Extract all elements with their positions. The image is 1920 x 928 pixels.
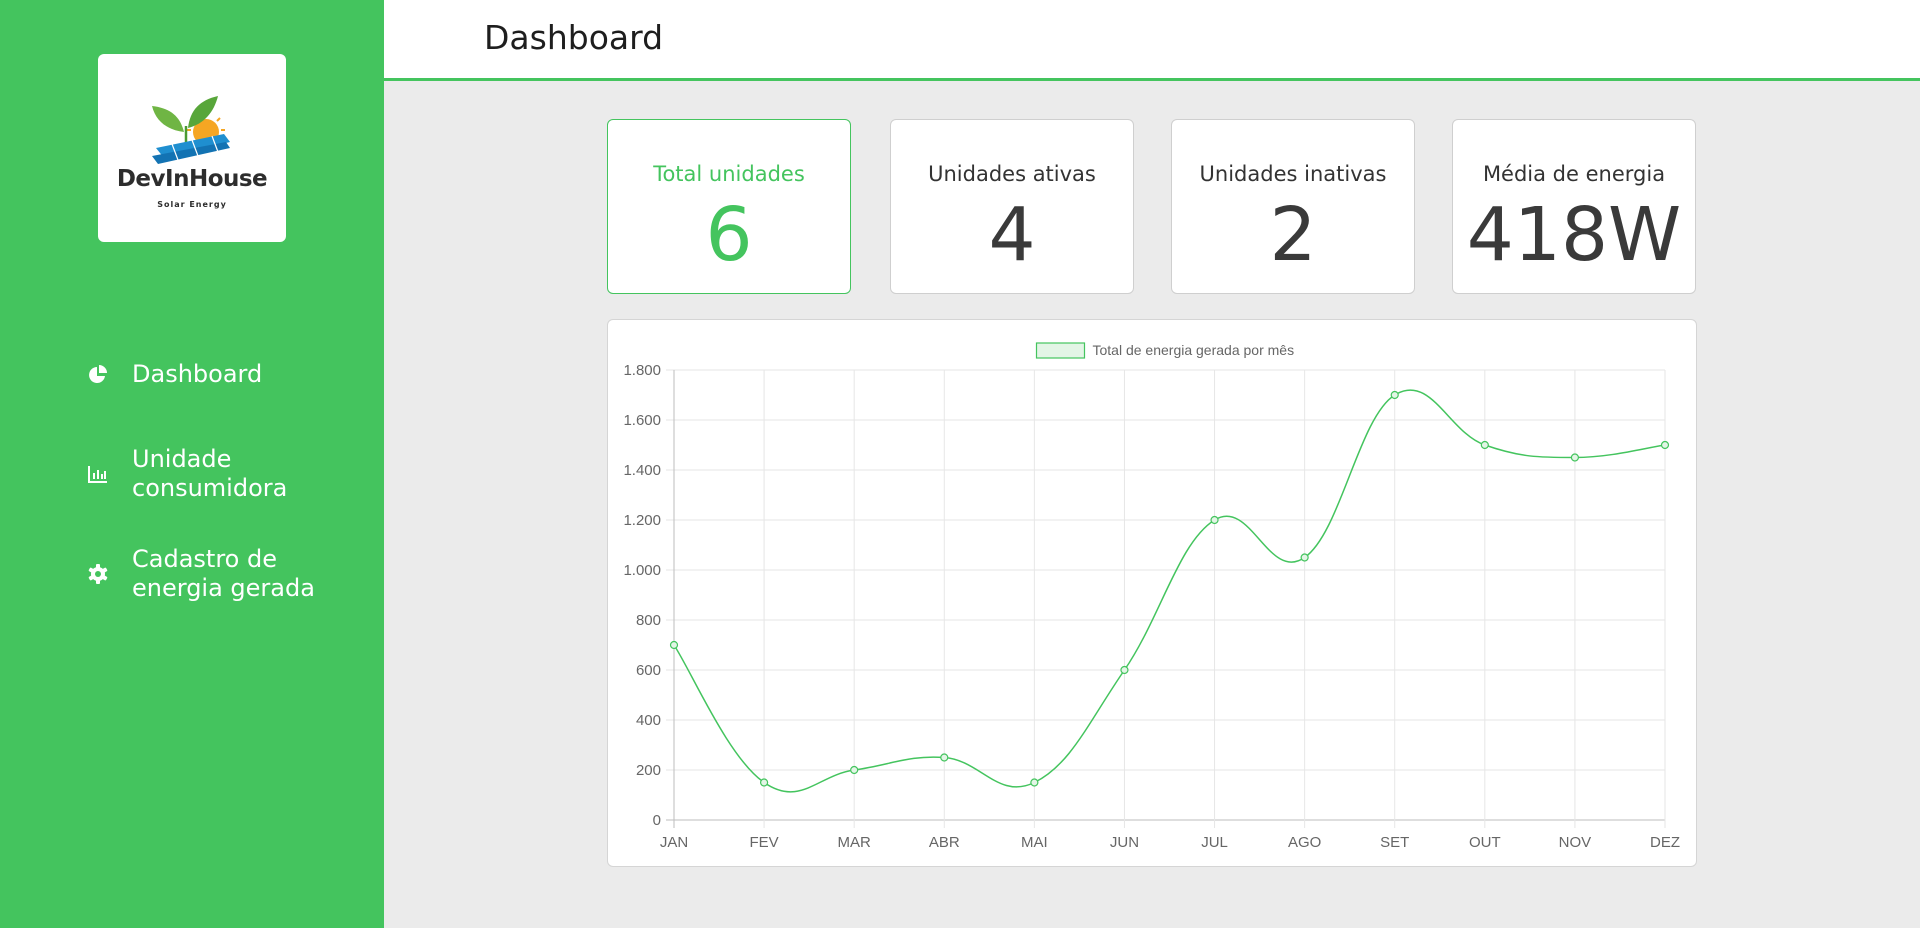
sidebar-item-label: Dashboard xyxy=(132,360,263,388)
x-tick-label: MAI xyxy=(1021,834,1048,851)
data-point xyxy=(1210,515,1219,525)
brand-tagline: Solar Energy xyxy=(157,200,227,209)
stat-card-label: Total unidades xyxy=(653,162,805,186)
bar-chart-icon xyxy=(86,462,110,486)
y-tick-label: 800 xyxy=(636,612,661,629)
y-tick-label: 400 xyxy=(636,712,661,729)
x-tick-label: AGO xyxy=(1288,834,1321,851)
x-tick-label: OUT xyxy=(1469,834,1501,851)
brand-logo-icon xyxy=(152,96,230,164)
sidebar-item-label: Unidade consumidora xyxy=(132,445,288,502)
y-tick-label: 1.800 xyxy=(623,362,661,379)
energy-line-chart: 0 200 400 600 800 1.000 1.200 1.400 1.600 1.800 JA… xyxy=(623,342,1680,851)
y-tick-label: 1.000 xyxy=(623,562,661,579)
energy-chart-panel: 0 200 400 600 800 1.000 1.200 1.400 1.600 1.800 JA… xyxy=(607,319,1697,867)
data-point xyxy=(1120,665,1129,675)
data-point xyxy=(1570,453,1580,462)
legend-label: Total de energia gerada por mês xyxy=(1093,342,1295,358)
stat-card-value: 6 xyxy=(705,192,753,278)
y-tick-label: 1.600 xyxy=(623,412,661,429)
data-point xyxy=(940,753,949,762)
sidebar-item-cadastro-energia[interactable]: Cadastro de energia gerada xyxy=(86,545,352,603)
header: Dashboard xyxy=(384,0,1920,81)
legend-swatch xyxy=(1035,342,1086,359)
data-point xyxy=(1390,390,1399,400)
stat-card-media-energia: Média de energia 418W xyxy=(1452,119,1696,294)
x-tick-label: DEZ xyxy=(1650,834,1680,851)
x-tick-label: SET xyxy=(1380,834,1409,851)
page-title: Dashboard xyxy=(484,18,664,57)
stat-card-unidades-ativas: Unidades ativas 4 xyxy=(890,119,1134,294)
data-point xyxy=(759,778,769,787)
series-line xyxy=(673,389,1666,793)
sidebar-item-unidade-consumidora[interactable]: Unidade consumidora xyxy=(86,445,352,503)
stat-card-value: 4 xyxy=(988,192,1036,278)
pie-chart-icon xyxy=(86,363,110,387)
x-tick-label: NOV xyxy=(1559,834,1592,851)
brand-name: DevInHouse xyxy=(116,166,268,192)
data-point xyxy=(850,765,859,775)
stat-card-label: Unidades inativas xyxy=(1199,162,1387,186)
sidebar-item-label: Cadastro de energia gerada xyxy=(132,545,315,602)
data-point xyxy=(1300,553,1309,562)
y-tick-label: 1.200 xyxy=(623,512,661,529)
gear-icon xyxy=(86,562,110,586)
x-tick-label: FEV xyxy=(749,834,778,851)
data-point xyxy=(669,640,679,650)
sidebar: DevInHouse Solar Energy Dashboard Unidad… xyxy=(0,0,384,928)
x-tick-label: JUL xyxy=(1201,834,1228,851)
y-tick-label: 200 xyxy=(636,762,661,779)
x-tick-label: JUN xyxy=(1110,834,1139,851)
y-tick-label: 0 xyxy=(653,812,661,829)
stat-card-value: 418W xyxy=(1466,192,1682,278)
data-point xyxy=(1660,440,1670,450)
brand-logo-card: DevInHouse Solar Energy xyxy=(98,54,286,242)
y-tick-label: 600 xyxy=(636,662,661,679)
stat-card-label: Unidades ativas xyxy=(928,162,1096,186)
data-point xyxy=(1030,778,1039,787)
stat-card-total-unidades: Total unidades 6 xyxy=(607,119,851,294)
stat-card-value: 2 xyxy=(1269,192,1317,278)
stat-card-unidades-inativas: Unidades inativas 2 xyxy=(1171,119,1415,294)
data-point xyxy=(1480,440,1489,450)
y-tick-label: 1.400 xyxy=(623,462,661,479)
x-tick-label: JAN xyxy=(660,834,688,851)
x-tick-label: ABR xyxy=(929,834,960,851)
sidebar-item-dashboard[interactable]: Dashboard xyxy=(86,360,352,389)
x-tick-label: MAR xyxy=(838,834,872,851)
stat-card-label: Média de energia xyxy=(1482,162,1666,186)
